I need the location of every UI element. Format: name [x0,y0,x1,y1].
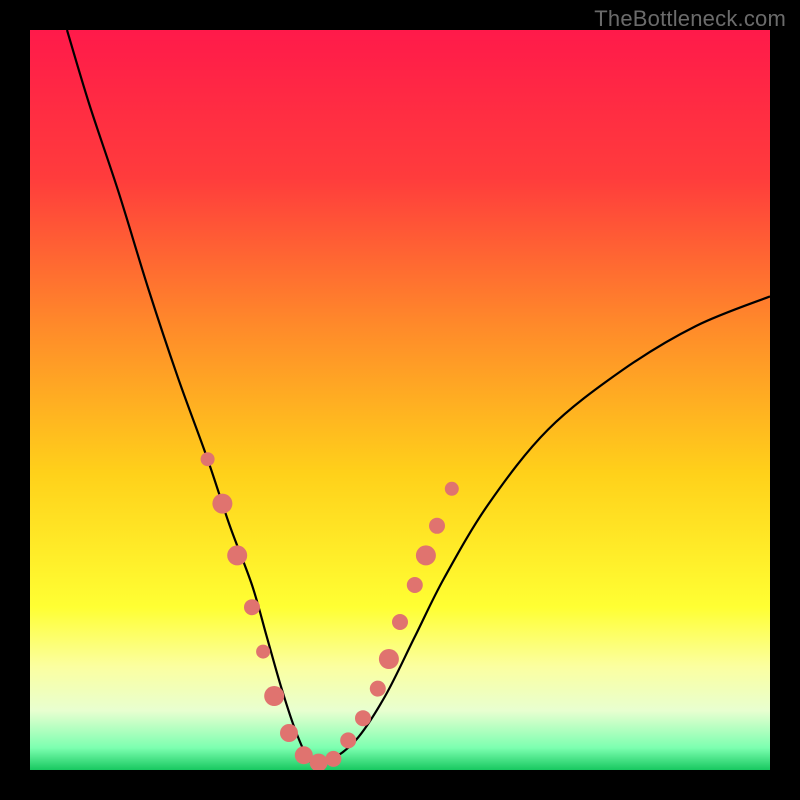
marker-point [407,577,423,593]
chart-svg [30,30,770,770]
marker-point [201,452,215,466]
marker-point [212,494,232,514]
gradient-background [30,30,770,770]
watermark-text: TheBottleneck.com [594,6,786,32]
marker-point [227,545,247,565]
marker-point [264,686,284,706]
marker-point [340,732,356,748]
marker-point [280,724,298,742]
marker-point [429,518,445,534]
marker-point [256,645,270,659]
marker-point [244,599,260,615]
marker-point [325,751,341,767]
marker-point [379,649,399,669]
marker-point [392,614,408,630]
marker-point [416,545,436,565]
plot-area [30,30,770,770]
marker-point [445,482,459,496]
chart-frame: TheBottleneck.com [0,0,800,800]
marker-point [370,681,386,697]
marker-point [355,710,371,726]
